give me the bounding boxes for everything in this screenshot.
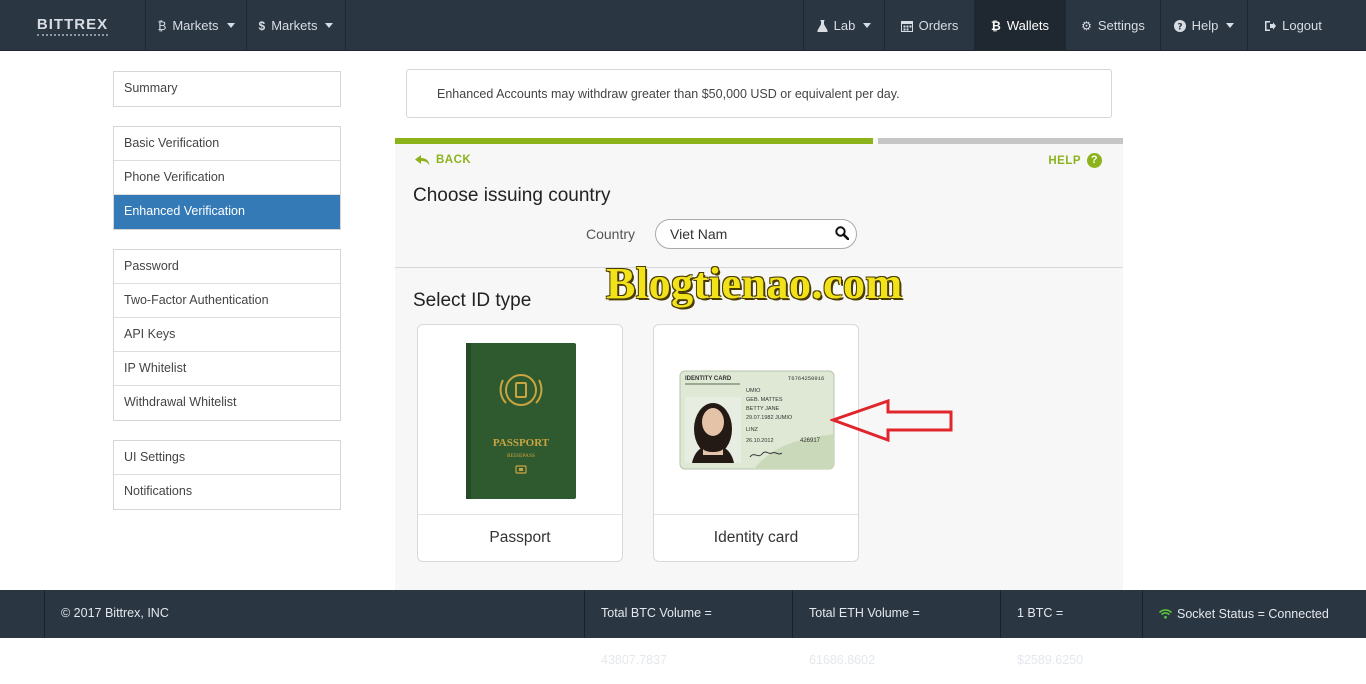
dollar-icon: $ xyxy=(258,18,266,33)
chevron-down-icon xyxy=(863,23,872,28)
passport-cover-subtitle: REISEPASS xyxy=(507,453,535,459)
nav-wallets-label: Wallets xyxy=(1006,18,1049,33)
progress-step-complete xyxy=(395,138,873,144)
back-label: BACK xyxy=(436,154,472,166)
nav-logout[interactable]: Logout xyxy=(1248,0,1338,51)
nav-orders[interactable]: Orders xyxy=(885,0,975,51)
verification-panel: BACK HELP ? Choose issuing country Count… xyxy=(395,138,1123,590)
svg-text:?: ? xyxy=(1177,22,1182,32)
nav-help-label: Help xyxy=(1191,18,1219,33)
identity-card-title: IDENTITY CARD xyxy=(685,376,732,382)
nav-logout-label: Logout xyxy=(1282,18,1322,33)
nav-markets-usd[interactable]: $ Markets xyxy=(247,0,346,51)
footer-btc-volume: Total BTC Volume = 43807.7837 xyxy=(584,590,792,667)
search-icon[interactable] xyxy=(835,226,849,240)
sidebar-item-ui-settings[interactable]: UI Settings xyxy=(114,441,340,475)
help-button[interactable]: HELP ? xyxy=(1048,153,1102,168)
nav-markets-btc[interactable]: ₿ Markets xyxy=(146,0,247,51)
brand-text: BITTREX xyxy=(36,16,109,36)
enhanced-accounts-notice: Enhanced Accounts may withdraw greater t… xyxy=(406,69,1112,118)
bitcoin-icon: ₿ xyxy=(991,18,1001,33)
sidebar-item-api-keys[interactable]: API Keys xyxy=(114,318,340,352)
brand-logo[interactable]: BITTREX xyxy=(0,0,146,51)
sidebar-item-enhanced-verification[interactable]: Enhanced Verification xyxy=(114,195,340,229)
sidebar-item-basic-verification[interactable]: Basic Verification xyxy=(114,127,340,161)
sidebar-item-notifications[interactable]: Notifications xyxy=(114,475,340,509)
identity-card-number: T6764250916 xyxy=(788,375,824,382)
passport-cover-title: PASSPORT xyxy=(493,437,550,449)
nav-settings-label: Settings xyxy=(1097,18,1145,33)
footer-socket-status: Socket Status = Connected xyxy=(1142,590,1366,638)
identity-card-line-4: 29.07.1982 JUMIO xyxy=(746,415,793,421)
identity-card-line-2: GEB. MATTES xyxy=(746,397,783,403)
gear-icon: ⚙ xyxy=(1081,18,1092,33)
sidebar-item-summary[interactable]: Summary xyxy=(114,72,340,106)
passport-label: Passport xyxy=(418,514,622,561)
socket-status-text: Socket Status = Connected xyxy=(1177,606,1329,621)
nav-orders-label: Orders xyxy=(918,18,959,33)
country-search-input[interactable] xyxy=(655,219,857,249)
identity-card-line-3: BETTY JANE xyxy=(746,406,780,412)
sidebar-group-verification: Basic Verification Phone Verification En… xyxy=(113,126,341,230)
question-circle-icon: ? xyxy=(1173,19,1186,32)
bitcoin-icon: ₿ xyxy=(157,18,167,33)
identity-card-line-6: 26.10.2012 xyxy=(746,438,774,444)
id-option-passport[interactable]: PASSPORT REISEPASS Passport xyxy=(417,324,623,562)
help-label: HELP xyxy=(1048,154,1081,167)
id-option-identity-card[interactable]: IDENTITY CARD T6764250916 UMIO GEB. MATT… xyxy=(653,324,859,562)
chevron-down-icon xyxy=(1226,23,1235,28)
nav-help[interactable]: ? Help xyxy=(1161,0,1248,51)
nav-wallets[interactable]: ₿ Wallets xyxy=(975,0,1066,51)
chevron-down-icon xyxy=(226,23,235,28)
identity-card-line-5: LINZ xyxy=(746,427,759,433)
footer-eth-volume: Total ETH Volume = 61686.8602 xyxy=(792,590,1000,667)
nav-markets-btc-label: Markets xyxy=(172,18,219,33)
back-button[interactable]: BACK xyxy=(415,154,471,166)
calendar-icon xyxy=(900,20,913,32)
sidebar-item-two-factor[interactable]: Two-Factor Authentication xyxy=(114,284,340,318)
chevron-down-icon xyxy=(325,23,334,28)
question-circle-icon: ? xyxy=(1087,153,1102,168)
sidebar-item-withdrawal-whitelist[interactable]: Withdrawal Whitelist xyxy=(114,386,340,420)
nav-settings[interactable]: ⚙ Settings xyxy=(1066,0,1161,51)
back-arrow-icon xyxy=(415,154,430,165)
footer-bar: © 2017 Bittrex, INC Total BTC Volume = 4… xyxy=(0,590,1366,667)
select-id-type-title: Select ID type xyxy=(413,290,532,311)
top-navbar: BITTREX ₿ Markets $ Markets Lab Orders ₿… xyxy=(0,0,1366,51)
identity-card-line-1: UMIO xyxy=(746,388,761,394)
nav-lab-label: Lab xyxy=(833,18,856,33)
sidebar-item-password[interactable]: Password xyxy=(114,250,340,284)
identity-card-label: Identity card xyxy=(654,514,858,561)
sidebar-group-preferences: UI Settings Notifications xyxy=(113,440,341,510)
sign-out-icon xyxy=(1265,20,1277,31)
footer-copyright: © 2017 Bittrex, INC xyxy=(44,590,584,638)
sidebar-item-phone-verification[interactable]: Phone Verification xyxy=(114,161,340,195)
sidebar-group-summary: Summary xyxy=(113,71,341,107)
passport-image: PASSPORT REISEPASS xyxy=(466,343,576,499)
choose-country-title: Choose issuing country xyxy=(413,185,611,206)
wifi-icon xyxy=(1159,609,1172,619)
blog-watermark: Blogtienao.com xyxy=(606,259,903,308)
nav-lab[interactable]: Lab xyxy=(803,0,885,51)
nav-markets-usd-label: Markets xyxy=(271,18,318,33)
sidebar-item-ip-whitelist[interactable]: IP Whitelist xyxy=(114,352,340,386)
footer-btc-price: 1 BTC = $2589.6250 xyxy=(1000,590,1142,667)
identity-card-code: 426917 xyxy=(800,438,821,444)
red-arrow-annotation xyxy=(830,399,953,443)
sidebar-group-security: Password Two-Factor Authentication API K… xyxy=(113,249,341,421)
flask-icon xyxy=(816,19,828,32)
identity-card-image: IDENTITY CARD T6764250916 UMIO GEB. MATT… xyxy=(679,370,835,470)
country-label: Country xyxy=(586,226,636,242)
progress-step-pending xyxy=(878,138,1123,144)
